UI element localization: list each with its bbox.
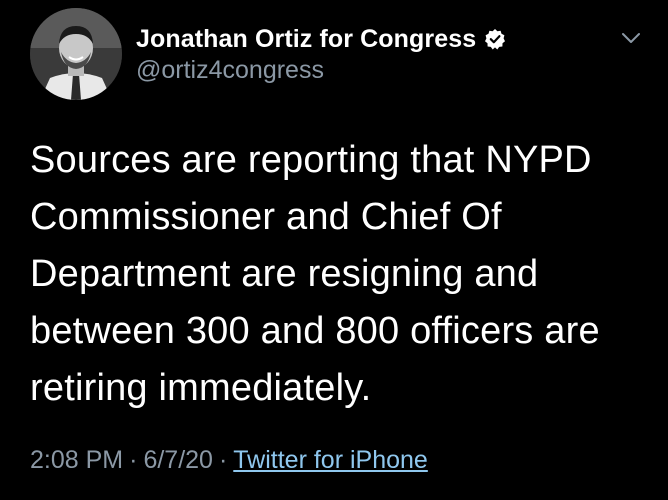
chevron-down-icon[interactable] (620, 30, 642, 46)
tweet-text-line: between 300 and 800 officers are (30, 310, 600, 352)
avatar[interactable] (30, 8, 122, 100)
tweet-text-line: Commissioner and Chief Of (30, 196, 502, 238)
author-display-name[interactable]: Jonathan Ortiz for Congress (136, 25, 476, 54)
verified-badge-icon (484, 28, 506, 50)
tweet-time: 2:08 PM (30, 446, 124, 474)
meta-separator: · (129, 446, 138, 474)
meta-separator: · (218, 446, 228, 474)
tweet-card: Jonathan Ortiz for Congress @ortiz4congr… (0, 0, 668, 500)
tweet-date: 6/7/20 (143, 446, 213, 474)
tweet-meta: 2:08 PM · 6/7/20 · Twitter for iPhone (30, 446, 428, 475)
tweet-text-line: retiring immediately. (30, 367, 372, 409)
tweet-source-link[interactable]: Twitter for iPhone (233, 446, 428, 474)
author-name-row[interactable]: Jonathan Ortiz for Congress (136, 22, 506, 56)
avatar-photo (30, 8, 122, 100)
tweet-text-line: Sources are reporting that NYPD (30, 139, 592, 181)
tweet-text: Sources are reporting that NYPD Commissi… (30, 132, 640, 417)
tweet-text-line: Department are resigning and (30, 253, 539, 295)
author-handle[interactable]: @ortiz4congress (136, 56, 324, 85)
